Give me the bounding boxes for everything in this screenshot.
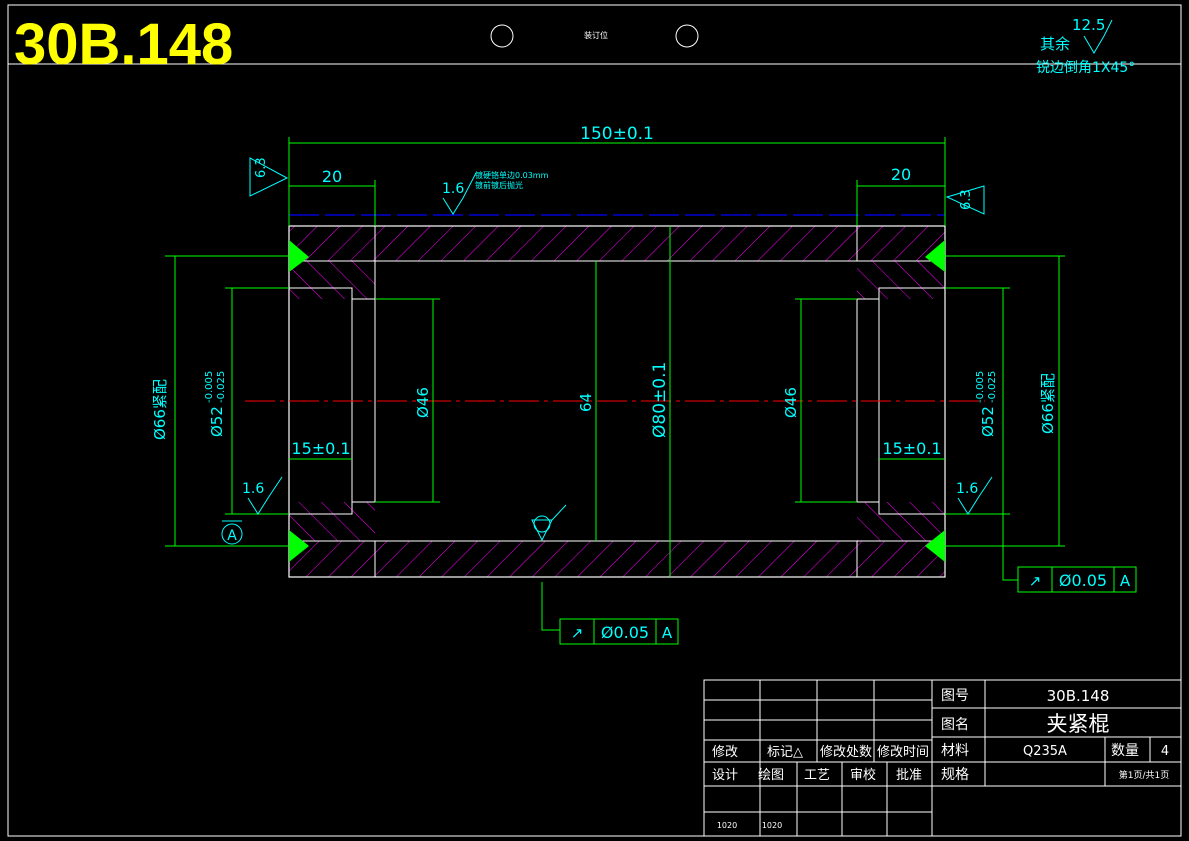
runout-icon: ↗ <box>571 624 584 642</box>
dim-left-inner-dia: Ø46 <box>414 387 432 418</box>
datum-a-marker: A <box>221 520 243 545</box>
dim-main-dia: Ø80±0.1 <box>650 362 670 438</box>
dim-left-step: 20 <box>322 167 342 186</box>
dim-left-counterbore-depth: 15±0.1 <box>291 439 350 458</box>
plating-note-line1: 镀硬铬单边0.03mm <box>475 170 549 180</box>
rev-header: 标记△ <box>767 745 803 760</box>
dim-right-bore-dia: Ø52 <box>979 406 997 437</box>
title-quantity-label: 数量 <box>1111 743 1139 759</box>
role-header: 工艺 <box>804 768 830 783</box>
rev-header: 修改处数 <box>820 745 872 760</box>
surface-note-edge: 锐边倒角1X45° <box>1036 60 1135 76</box>
tolerance-datum: A <box>1120 572 1131 590</box>
date-cell: 1020 <box>762 821 782 830</box>
title-material: Q235A <box>1023 744 1067 759</box>
dim-left-bore-tol-lower: -0.025 <box>216 371 227 403</box>
title-name-label: 图名 <box>941 717 969 733</box>
dim-right-roughness-end: 6.3 <box>959 189 974 210</box>
dim-right-step: 20 <box>891 165 911 184</box>
binding-label: 装订位 <box>584 30 608 40</box>
binding-hole-left-icon <box>490 24 514 48</box>
role-header: 设计 <box>712 768 738 783</box>
dim-right-outer-dia: Ø66紧配 <box>1039 373 1057 434</box>
dim-left-outer-dia: Ø66紧配 <box>151 379 169 440</box>
title-material-label: 材料 <box>941 743 969 759</box>
title-drawing-no-label: 图号 <box>941 688 969 704</box>
role-header: 审校 <box>850 767 876 783</box>
plating-note-line2: 镀前镀后抛光 <box>475 180 523 190</box>
surface-note-roughness: 12.5 <box>1072 16 1105 34</box>
tolerance-frame-bottom: ↗ Ø0.05 A <box>559 618 679 645</box>
role-header: 绘图 <box>758 768 784 783</box>
title-page-info: 第1页/共1页 <box>1119 769 1170 781</box>
dim-left-bore-tol-upper: -0.005 <box>204 371 215 403</box>
dim-right-inner-dia: Ø46 <box>782 387 800 418</box>
part-section <box>245 214 985 578</box>
dim-right-counterbore-depth: 15±0.1 <box>882 439 941 458</box>
runout-icon: ↗ <box>1029 572 1042 590</box>
rev-header: 修改时间 <box>877 745 929 760</box>
rev-header: 修改 <box>712 745 738 760</box>
dim-inner-span: 64 <box>577 393 595 412</box>
dim-right-bore-tol-upper: -0.005 <box>975 371 986 403</box>
role-header: 批准 <box>896 768 922 783</box>
binding-hole-right-icon <box>675 24 699 48</box>
title-drawing-no: 30B.148 <box>1047 687 1110 705</box>
title-spec-label: 规格 <box>941 767 969 783</box>
dim-left-roughness-bore: 1.6 <box>242 481 264 497</box>
datum-label: A <box>227 528 237 544</box>
tolerance-value: Ø0.05 <box>601 623 649 642</box>
dim-overall-length: 150±0.1 <box>580 124 654 144</box>
tolerance-value: Ø0.05 <box>1059 571 1107 590</box>
engineering-drawing: 30B.148 装订位 12.5 其余 锐边倒角1X45° A 150±0.1 … <box>7 4 1182 837</box>
title-name: 夹紧棍 <box>1047 712 1110 736</box>
surface-note-prefix: 其余 <box>1040 35 1070 53</box>
big-drawing-number: 30B.148 <box>14 12 233 77</box>
date-cell: 1020 <box>717 821 737 830</box>
title-quantity: 4 <box>1161 744 1169 759</box>
dim-right-roughness-bore: 1.6 <box>956 481 978 497</box>
dim-left-roughness-end: 6.3 <box>254 157 269 178</box>
dim-top-roughness: 1.6 <box>442 181 464 197</box>
dim-right-bore-tol-lower: -0.025 <box>987 371 998 403</box>
dim-left-bore-dia: Ø52 <box>208 406 226 437</box>
tolerance-datum: A <box>662 624 673 642</box>
tolerance-frame-right: ↗ Ø0.05 A <box>1017 566 1137 593</box>
